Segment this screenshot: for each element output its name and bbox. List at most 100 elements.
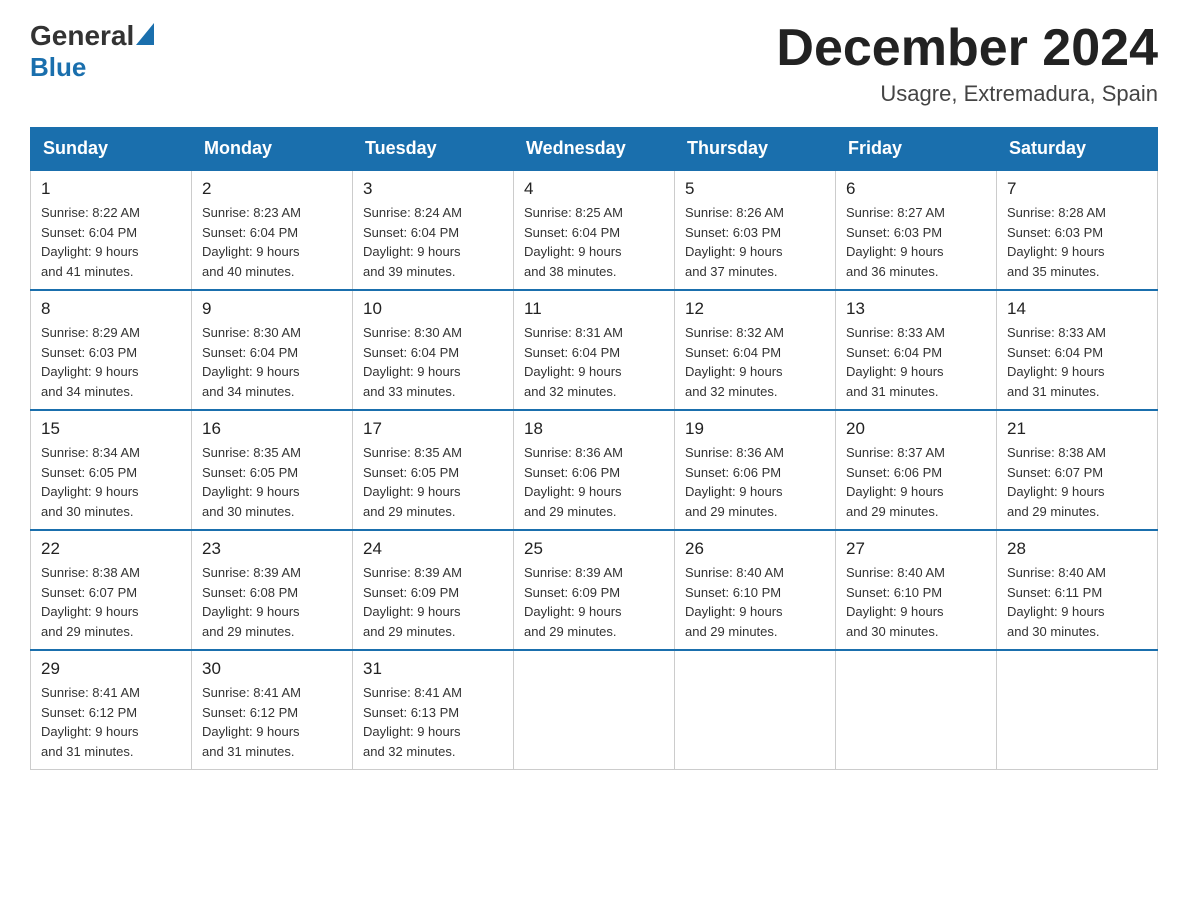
day-info: Sunrise: 8:39 AMSunset: 6:09 PMDaylight:…: [524, 563, 664, 641]
day-info: Sunrise: 8:25 AMSunset: 6:04 PMDaylight:…: [524, 203, 664, 281]
day-number: 28: [1007, 539, 1147, 559]
calendar-cell: [514, 650, 675, 770]
day-number: 24: [363, 539, 503, 559]
calendar-cell: 3 Sunrise: 8:24 AMSunset: 6:04 PMDaylight…: [353, 170, 514, 290]
day-number: 23: [202, 539, 342, 559]
day-number: 14: [1007, 299, 1147, 319]
day-info: Sunrise: 8:35 AMSunset: 6:05 PMDaylight:…: [363, 443, 503, 521]
calendar-cell: 4Sunrise: 8:25 AMSunset: 6:04 PMDaylight…: [514, 170, 675, 290]
day-number: 29: [41, 659, 181, 679]
day-number: 16: [202, 419, 342, 439]
day-info: Sunrise: 8:23 AMSunset: 6:04 PMDaylight:…: [202, 203, 342, 281]
day-info: Sunrise: 8:38 AMSunset: 6:07 PMDaylight:…: [1007, 443, 1147, 521]
calendar-header-saturday: Saturday: [997, 128, 1158, 171]
calendar-cell: 15Sunrise: 8:34 AMSunset: 6:05 PMDayligh…: [31, 410, 192, 530]
day-info: Sunrise: 8:31 AMSunset: 6:04 PMDaylight:…: [524, 323, 664, 401]
calendar-week-row: 8Sunrise: 8:29 AMSunset: 6:03 PMDaylight…: [31, 290, 1158, 410]
calendar-week-row: 15Sunrise: 8:34 AMSunset: 6:05 PMDayligh…: [31, 410, 1158, 530]
day-number: 21: [1007, 419, 1147, 439]
calendar-cell: 16 Sunrise: 8:35 AMSunset: 6:05 PMDayligh…: [192, 410, 353, 530]
day-info: Sunrise: 8:32 AMSunset: 6:04 PMDaylight:…: [685, 323, 825, 401]
logo-triangle-icon: [136, 23, 154, 45]
calendar-cell: 2 Sunrise: 8:23 AMSunset: 6:04 PMDaylight…: [192, 170, 353, 290]
calendar-cell: 23 Sunrise: 8:39 AMSunset: 6:08 PMDayligh…: [192, 530, 353, 650]
day-info: Sunrise: 8:30 AMSunset: 6:04 PMDaylight:…: [363, 323, 503, 401]
day-number: 9: [202, 299, 342, 319]
day-info: Sunrise: 8:40 AMSunset: 6:10 PMDaylight:…: [846, 563, 986, 641]
day-number: 30: [202, 659, 342, 679]
calendar-cell: 8Sunrise: 8:29 AMSunset: 6:03 PMDaylight…: [31, 290, 192, 410]
calendar-header-thursday: Thursday: [675, 128, 836, 171]
day-number: 8: [41, 299, 181, 319]
day-number: 25: [524, 539, 664, 559]
day-info: Sunrise: 8:33 AMSunset: 6:04 PMDaylight:…: [1007, 323, 1147, 401]
calendar-header-tuesday: Tuesday: [353, 128, 514, 171]
calendar-cell: 13Sunrise: 8:33 AMSunset: 6:04 PMDayligh…: [836, 290, 997, 410]
calendar-cell: 17 Sunrise: 8:35 AMSunset: 6:05 PMDayligh…: [353, 410, 514, 530]
calendar-cell: [997, 650, 1158, 770]
day-number: 5: [685, 179, 825, 199]
logo-blue-text: Blue: [30, 52, 86, 82]
day-info: Sunrise: 8:24 AMSunset: 6:04 PMDaylight:…: [363, 203, 503, 281]
day-number: 7: [1007, 179, 1147, 199]
day-number: 17: [363, 419, 503, 439]
location-text: Usagre, Extremadura, Spain: [776, 81, 1158, 107]
calendar-cell: 27Sunrise: 8:40 AMSunset: 6:10 PMDayligh…: [836, 530, 997, 650]
day-number: 18: [524, 419, 664, 439]
logo: General Blue: [30, 20, 156, 83]
calendar-cell: 14 Sunrise: 8:33 AMSunset: 6:04 PMDayligh…: [997, 290, 1158, 410]
calendar-cell: 29 Sunrise: 8:41 AMSunset: 6:12 PMDayligh…: [31, 650, 192, 770]
day-info: Sunrise: 8:37 AMSunset: 6:06 PMDaylight:…: [846, 443, 986, 521]
day-info: Sunrise: 8:36 AMSunset: 6:06 PMDaylight:…: [524, 443, 664, 521]
day-number: 6: [846, 179, 986, 199]
calendar-week-row: 29 Sunrise: 8:41 AMSunset: 6:12 PMDayligh…: [31, 650, 1158, 770]
calendar-cell: 19 Sunrise: 8:36 AMSunset: 6:06 PMDayligh…: [675, 410, 836, 530]
day-number: 10: [363, 299, 503, 319]
day-number: 26: [685, 539, 825, 559]
day-info: Sunrise: 8:26 AMSunset: 6:03 PMDaylight:…: [685, 203, 825, 281]
calendar-cell: 9Sunrise: 8:30 AMSunset: 6:04 PMDaylight…: [192, 290, 353, 410]
day-info: Sunrise: 8:41 AMSunset: 6:12 PMDaylight:…: [41, 683, 181, 761]
day-number: 22: [41, 539, 181, 559]
day-info: Sunrise: 8:39 AMSunset: 6:08 PMDaylight:…: [202, 563, 342, 641]
calendar-cell: 21 Sunrise: 8:38 AMSunset: 6:07 PMDayligh…: [997, 410, 1158, 530]
calendar-cell: 25 Sunrise: 8:39 AMSunset: 6:09 PMDayligh…: [514, 530, 675, 650]
month-title: December 2024: [776, 20, 1158, 77]
calendar-cell: [675, 650, 836, 770]
calendar-week-row: 22 Sunrise: 8:38 AMSunset: 6:07 PMDayligh…: [31, 530, 1158, 650]
logo-general-text: General: [30, 20, 134, 52]
calendar-header-row: SundayMondayTuesdayWednesdayThursdayFrid…: [31, 128, 1158, 171]
day-info: Sunrise: 8:36 AMSunset: 6:06 PMDaylight:…: [685, 443, 825, 521]
calendar-cell: 10 Sunrise: 8:30 AMSunset: 6:04 PMDayligh…: [353, 290, 514, 410]
day-number: 20: [846, 419, 986, 439]
day-number: 19: [685, 419, 825, 439]
day-info: Sunrise: 8:35 AMSunset: 6:05 PMDaylight:…: [202, 443, 342, 521]
day-number: 12: [685, 299, 825, 319]
calendar-cell: 7 Sunrise: 8:28 AMSunset: 6:03 PMDaylight…: [997, 170, 1158, 290]
calendar-cell: 31Sunrise: 8:41 AMSunset: 6:13 PMDayligh…: [353, 650, 514, 770]
calendar-cell: 24Sunrise: 8:39 AMSunset: 6:09 PMDayligh…: [353, 530, 514, 650]
calendar-cell: 18 Sunrise: 8:36 AMSunset: 6:06 PMDayligh…: [514, 410, 675, 530]
calendar-table: SundayMondayTuesdayWednesdayThursdayFrid…: [30, 127, 1158, 770]
day-info: Sunrise: 8:40 AMSunset: 6:11 PMDaylight:…: [1007, 563, 1147, 641]
day-number: 2: [202, 179, 342, 199]
day-info: Sunrise: 8:41 AMSunset: 6:12 PMDaylight:…: [202, 683, 342, 761]
calendar-cell: 1 Sunrise: 8:22 AMSunset: 6:04 PMDaylight…: [31, 170, 192, 290]
day-info: Sunrise: 8:41 AMSunset: 6:13 PMDaylight:…: [363, 683, 503, 761]
calendar-header-wednesday: Wednesday: [514, 128, 675, 171]
day-info: Sunrise: 8:28 AMSunset: 6:03 PMDaylight:…: [1007, 203, 1147, 281]
calendar-cell: 20 Sunrise: 8:37 AMSunset: 6:06 PMDayligh…: [836, 410, 997, 530]
calendar-cell: 6Sunrise: 8:27 AMSunset: 6:03 PMDaylight…: [836, 170, 997, 290]
day-number: 15: [41, 419, 181, 439]
day-number: 3: [363, 179, 503, 199]
calendar-cell: [836, 650, 997, 770]
day-info: Sunrise: 8:22 AMSunset: 6:04 PMDaylight:…: [41, 203, 181, 281]
calendar-cell: 11Sunrise: 8:31 AMSunset: 6:04 PMDayligh…: [514, 290, 675, 410]
day-info: Sunrise: 8:38 AMSunset: 6:07 PMDaylight:…: [41, 563, 181, 641]
title-block: December 2024 Usagre, Extremadura, Spain: [776, 20, 1158, 107]
calendar-cell: 12 Sunrise: 8:32 AMSunset: 6:04 PMDayligh…: [675, 290, 836, 410]
calendar-cell: 22 Sunrise: 8:38 AMSunset: 6:07 PMDayligh…: [31, 530, 192, 650]
day-number: 1: [41, 179, 181, 199]
calendar-header-sunday: Sunday: [31, 128, 192, 171]
calendar-header-monday: Monday: [192, 128, 353, 171]
